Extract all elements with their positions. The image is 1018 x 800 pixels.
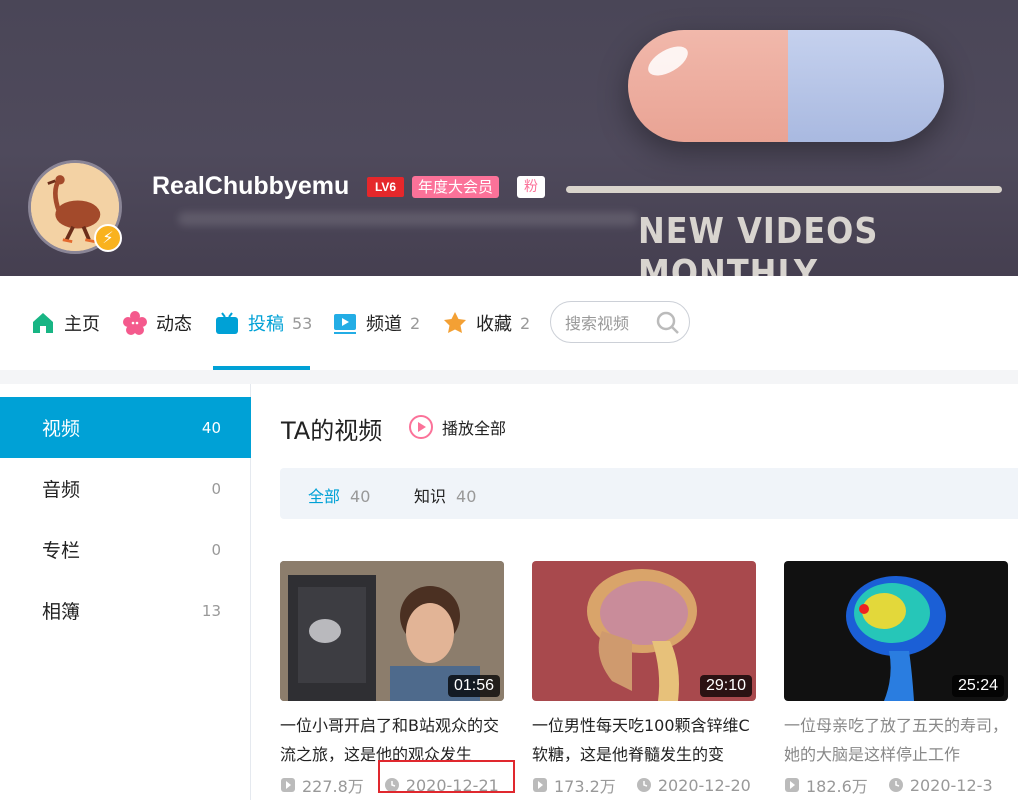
filter-label: 知识 bbox=[414, 487, 447, 506]
tab-label: 主页 bbox=[64, 314, 100, 335]
tab-favorites[interactable]: 收藏 2 bbox=[442, 306, 530, 340]
play-all-button[interactable]: 播放全部 bbox=[408, 414, 506, 440]
tab-count: 2 bbox=[520, 313, 531, 333]
filter-all[interactable]: 全部 40 bbox=[308, 483, 370, 507]
video-meta: 173.2万 2020-12-20 bbox=[532, 773, 772, 797]
tab-count: 2 bbox=[410, 313, 421, 333]
lightning-icon: ⚡ bbox=[94, 224, 122, 252]
banner-text: NEW VIDEOS MONTHLY bbox=[638, 210, 879, 276]
filter-label: 全部 bbox=[308, 487, 341, 506]
upload-date: 2020-12-20 bbox=[657, 775, 751, 795]
view-count: 227.8万 bbox=[302, 777, 364, 796]
tab-label: 动态 bbox=[156, 314, 192, 335]
level-badge: LV6 bbox=[367, 177, 404, 197]
sidebar-item-count: 0 bbox=[211, 479, 221, 498]
tab-count: 53 bbox=[292, 313, 313, 333]
sidebar-item-album[interactable]: 相簿 13 bbox=[0, 580, 251, 641]
banner-decoration bbox=[566, 186, 1002, 193]
upload-date: 2020-12-3 bbox=[909, 775, 993, 795]
star-icon bbox=[444, 312, 466, 333]
play-count-icon bbox=[785, 778, 799, 792]
filter-count: 40 bbox=[456, 487, 477, 506]
tab-label: 投稿 bbox=[248, 314, 284, 335]
play-count-icon bbox=[281, 778, 295, 792]
profile-nav: 主页 动态 投稿 53 频道 2 收藏 2 bbox=[0, 276, 1018, 370]
tab-home[interactable]: 主页 bbox=[30, 306, 100, 340]
video-thumbnail[interactable]: 29:10 bbox=[532, 561, 756, 701]
search-input[interactable] bbox=[565, 311, 655, 335]
tv-icon bbox=[216, 312, 238, 334]
sidebar-item-count: 13 bbox=[201, 601, 221, 620]
filter-knowledge[interactable]: 知识 40 bbox=[414, 483, 476, 507]
play-count-icon bbox=[533, 778, 547, 792]
content-panel: 视频 40 音频 0 专栏 0 相簿 13 TA的视频 播放全部 全部 40 知识… bbox=[0, 384, 1018, 800]
video-duration: 01:56 bbox=[447, 675, 500, 697]
clock-icon bbox=[636, 778, 651, 792]
video-thumbnail[interactable]: 01:56 bbox=[280, 561, 504, 701]
sidebar-item-label: 视频 bbox=[42, 418, 81, 440]
play-box-icon bbox=[334, 314, 356, 334]
tab-dynamic[interactable]: 动态 bbox=[122, 306, 192, 340]
video-title[interactable]: 一位男性每天吃100颗含锌维C软糖，这是他脊髓发生的变 bbox=[532, 711, 756, 771]
date-highlight-box bbox=[378, 760, 515, 793]
home-icon bbox=[33, 313, 53, 333]
play-all-label: 播放全部 bbox=[442, 419, 507, 438]
section-title: TA的视频 bbox=[281, 417, 383, 445]
sidebar-item-column[interactable]: 专栏 0 bbox=[0, 519, 251, 580]
video-duration: 29:10 bbox=[699, 675, 752, 697]
video-title[interactable]: 一位母亲吃了放了五天的寿司，她的大脑是这样停止工作 bbox=[784, 711, 1008, 771]
sidebar-item-count: 0 bbox=[211, 540, 221, 559]
sidebar-item-label: 相簿 bbox=[42, 601, 81, 623]
clock-icon bbox=[888, 778, 903, 792]
filter-bar: 全部 40 知识 40 bbox=[280, 468, 1018, 519]
sidebar: 视频 40 音频 0 专栏 0 相簿 13 bbox=[0, 384, 251, 800]
search-icon[interactable] bbox=[655, 310, 681, 336]
filter-count: 40 bbox=[350, 487, 371, 506]
view-count: 173.2万 bbox=[554, 777, 616, 796]
tab-label: 收藏 bbox=[476, 314, 512, 335]
blurred-signature bbox=[178, 212, 638, 226]
sidebar-item-label: 专栏 bbox=[42, 540, 81, 562]
flower-icon bbox=[123, 311, 147, 335]
sidebar-item-count: 40 bbox=[201, 418, 221, 437]
sidebar-item-audio[interactable]: 音频 0 bbox=[0, 458, 251, 519]
profile-banner: NEW VIDEOS MONTHLY ⚡ RealChubbyemu LV6 年… bbox=[0, 0, 1018, 276]
view-count: 182.6万 bbox=[806, 777, 868, 796]
vip-badge[interactable]: 年度大会员 bbox=[412, 176, 500, 198]
tab-label: 频道 bbox=[366, 314, 402, 335]
active-tab-indicator bbox=[213, 366, 310, 370]
fan-badge[interactable]: 粉 bbox=[517, 176, 545, 198]
tab-channel[interactable]: 频道 2 bbox=[332, 306, 420, 340]
video-duration: 25:24 bbox=[951, 675, 1004, 697]
sidebar-item-video[interactable]: 视频 40 bbox=[0, 397, 251, 458]
video-meta: 182.6万 2020-12-3 bbox=[784, 773, 1018, 797]
play-circle-icon bbox=[409, 415, 433, 439]
search-box bbox=[550, 301, 690, 343]
sidebar-item-label: 音频 bbox=[42, 479, 81, 501]
banner-pill-image bbox=[628, 30, 944, 142]
video-thumbnail[interactable]: 25:24 bbox=[784, 561, 1008, 701]
tab-uploads[interactable]: 投稿 53 bbox=[214, 306, 312, 340]
username: RealChubbyemu bbox=[152, 172, 350, 200]
